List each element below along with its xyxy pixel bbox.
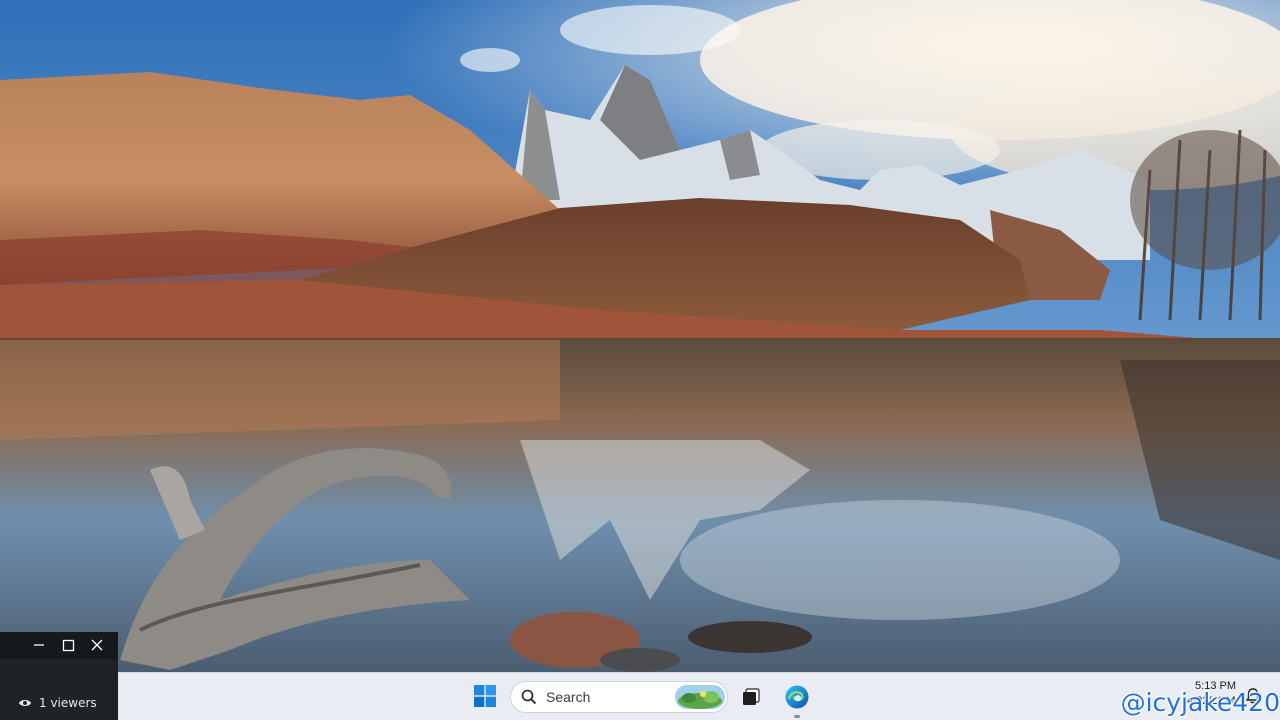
viewers-label: 1 viewers — [39, 696, 97, 710]
minimize-icon — [34, 644, 44, 646]
edge-running-indicator — [794, 715, 800, 718]
start-button[interactable] — [470, 681, 500, 711]
viewer-count: 1 viewers — [18, 693, 97, 713]
search-box[interactable]: Search — [510, 681, 728, 713]
wallpaper-image — [0, 0, 1280, 672]
eye-icon — [19, 700, 31, 706]
edge-browser-icon — [785, 685, 809, 709]
close-button[interactable] — [86, 635, 108, 655]
viewer-widget: 1 viewers — [0, 632, 118, 720]
close-icon — [91, 639, 103, 651]
watermark: @icyjake420 — [1120, 688, 1280, 717]
search-icon — [521, 689, 537, 705]
task-view-icon — [743, 688, 760, 705]
maximize-button[interactable] — [57, 635, 79, 655]
search-highlight-icon — [675, 685, 725, 709]
search-label: Search — [546, 689, 591, 705]
viewer-titlebar — [0, 632, 118, 659]
edge-browser-button[interactable] — [782, 682, 812, 712]
minimize-button[interactable] — [28, 635, 50, 655]
desktop — [0, 0, 1280, 672]
windows-start-icon — [474, 685, 496, 707]
maximize-icon — [62, 639, 75, 652]
taskbar: Search 5:13 PM 4/22/2024 — [0, 672, 1280, 720]
search-highlight-image[interactable] — [675, 685, 725, 709]
task-view-button[interactable] — [738, 683, 764, 711]
